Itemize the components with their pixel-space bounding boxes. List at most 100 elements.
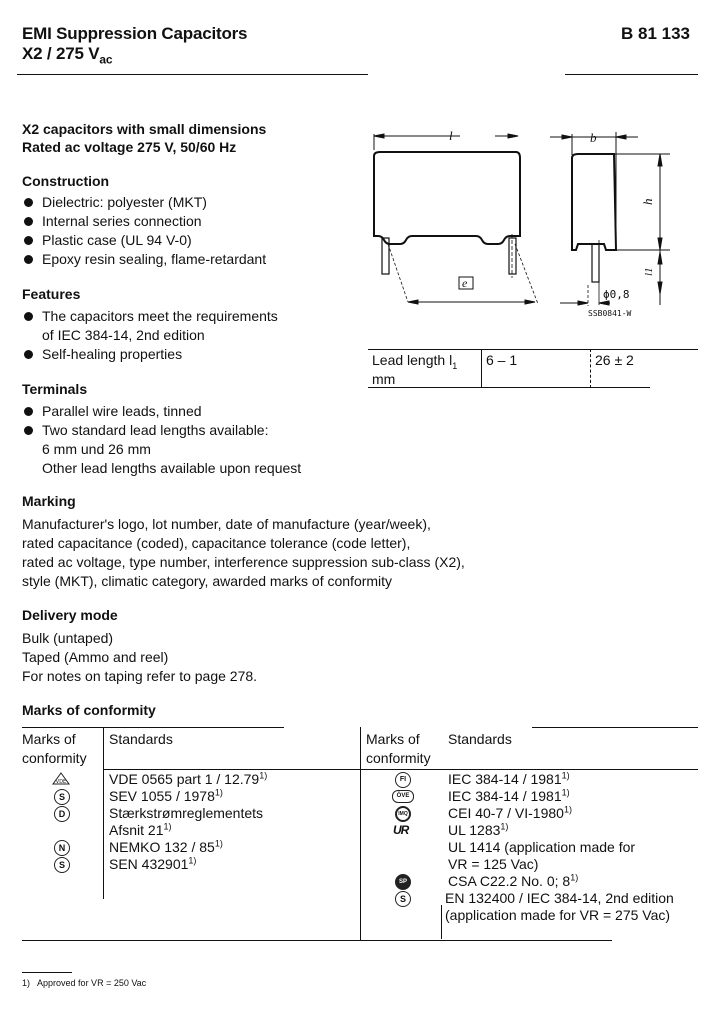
- standard-text: UL 12831): [448, 822, 508, 839]
- standard-text: SEV 1055 / 19781): [109, 788, 223, 805]
- bullet-icon: [24, 236, 33, 245]
- features-item-text: The capacitors meet the requirements: [42, 308, 278, 324]
- label-pitch: e: [462, 276, 468, 290]
- features-list: The capacitors meet the requirements of I…: [22, 307, 352, 364]
- side-view: [550, 132, 670, 306]
- construction-item: Epoxy resin sealing, flame-retardant: [22, 250, 352, 269]
- features-item-text: Self-healing properties: [42, 346, 183, 362]
- delivery-section: Delivery mode Bulk (untaped) Taped (Ammo…: [22, 606, 342, 686]
- features-section: Features The capacitors meet the require…: [22, 285, 352, 364]
- lead-label-subscript: 1: [452, 360, 458, 371]
- subtitle-subscript: ac: [99, 52, 113, 67]
- standard-text-line: UL 1283: [448, 822, 501, 838]
- standard-text: UL 1414 (application made for VR = 125 Va…: [448, 839, 635, 873]
- terminals-heading: Terminals: [22, 381, 88, 397]
- conformity-row: FI IEC 384-14 / 19811): [361, 771, 698, 788]
- conformity-left-rows: VDE VDE 0565 part 1 / 12.791) S SEV 1055…: [22, 771, 360, 873]
- svg-text:VDE: VDE: [56, 779, 66, 785]
- col-standards-right: Standards: [448, 731, 512, 747]
- ove-mark-icon: ÖVE: [392, 790, 414, 803]
- marking-line: style (MKT), climatic category, awarded …: [22, 573, 393, 589]
- footnote-ref: 1): [570, 872, 579, 883]
- vde-mark-icon: VDE: [52, 772, 70, 786]
- footnote-rule: [22, 972, 72, 973]
- conformity-row: S SEV 1055 / 19781): [22, 788, 360, 805]
- front-view: [373, 133, 539, 305]
- conformity-header-rule: [104, 769, 698, 770]
- conformity-row: D Stærkstrømreglementets Afsnit 211): [22, 805, 360, 839]
- conformity-bottom-rule: [22, 940, 612, 941]
- lead-table-divider-dashed: [590, 349, 591, 388]
- header-rule-right-part: [565, 74, 698, 75]
- conformity-row: S EN 132400 / IEC 384-14, 2nd edition (ap…: [361, 890, 698, 924]
- bullet-icon: [24, 407, 33, 416]
- lead-table-label: Lead length l1 mm: [372, 351, 457, 389]
- standard-text-line: Afsnit 21: [109, 822, 164, 838]
- marking-line: Manufacturer's logo, lot number, date of…: [22, 516, 431, 532]
- standard-text: CEI 40-7 / VI-19801): [448, 805, 572, 822]
- sev-mark-icon: S: [54, 789, 70, 805]
- conformity-table: Marks of conformity Standards Marks of c…: [22, 727, 698, 941]
- label-height: h: [640, 199, 655, 206]
- construction-item: Internal series connection: [22, 212, 352, 231]
- standard-text-line: EN 132400 / IEC 384-14, 2nd edition: [445, 890, 674, 906]
- construction-heading: Construction: [22, 173, 110, 189]
- features-heading: Features: [22, 286, 81, 302]
- terminals-item-text: Parallel wire leads, tinned: [42, 403, 202, 419]
- footnote-ref: 1): [500, 821, 509, 832]
- col-marks-right-line2: conformity: [366, 750, 431, 766]
- fimko-mark-icon: FI: [395, 772, 411, 788]
- conformity-row: S SEN 4329011): [22, 856, 360, 873]
- label-width: b: [590, 130, 597, 145]
- conformity-row: UR UL 12831): [361, 822, 698, 839]
- marking-line: rated ac voltage, type number, interfere…: [22, 554, 465, 570]
- bullet-icon: [24, 198, 33, 207]
- csa-mark-icon: SP: [395, 874, 411, 890]
- terminals-list: Parallel wire leads, tinned Two standard…: [22, 402, 362, 478]
- standard-text-line: UL 1414 (application made for: [448, 839, 636, 855]
- conformity-row: ÖVE IEC 384-14 / 19811): [361, 788, 698, 805]
- col-marks-right-line1: Marks of: [366, 731, 420, 747]
- construction-item: Dielectric: polyester (MKT): [22, 193, 352, 212]
- delivery-line: For notes on taping refer to page 278.: [22, 668, 258, 684]
- conformity-top-rule-right: [532, 727, 698, 728]
- standard-text-line: IEC 384-14 / 1981: [448, 771, 562, 787]
- terminals-item-text: Other lead lengths available upon reques…: [42, 460, 302, 476]
- marking-section: Marking Manufacturer's logo, lot number,…: [22, 492, 552, 591]
- col-marks-left: Marks of conformity: [22, 730, 87, 768]
- standard-text-line: VR = 125 Vac): [448, 856, 539, 872]
- conformity-row: SP CSA C22.2 No. 0; 81): [361, 873, 698, 890]
- standard-text-line: SEV 1055 / 1978: [109, 788, 215, 804]
- construction-item-text: Epoxy resin sealing, flame-retardant: [42, 251, 267, 267]
- footnote: 1) Approved for VR = 250 Vac: [22, 978, 146, 988]
- label-lead-length: l1: [643, 267, 655, 276]
- standard-text-line: CEI 40-7 / VI-1980: [448, 805, 564, 821]
- col-marks-left-line2: conformity: [22, 750, 87, 766]
- label-diameter: ϕ0,8: [603, 288, 630, 301]
- conformity-row: UL 1414 (application made for VR = 125 Va…: [361, 839, 698, 873]
- imq-mark-icon: IMQ: [395, 806, 411, 822]
- footnote-ref: 1): [563, 804, 572, 815]
- header-rule-mask5: [408, 74, 508, 75]
- standard-text-line: VDE 0565 part 1 / 12.79: [109, 771, 260, 787]
- ul-recognized-mark-icon: UR: [393, 823, 409, 837]
- standard-text-line: IEC 384-14 / 1981: [448, 788, 562, 804]
- standard-text: IEC 384-14 / 19811): [448, 771, 570, 788]
- conformity-top-rule-left: [22, 727, 284, 728]
- header-rule-full-left: [17, 74, 368, 75]
- construction-list: Dielectric: polyester (MKT) Internal ser…: [22, 193, 352, 269]
- intro-line-2: Rated ac voltage 275 V, 50/60 Hz: [22, 139, 237, 155]
- footnote-ref: 1): [259, 770, 268, 781]
- page-subtitle: X2 / 275 Vac: [22, 44, 113, 67]
- col-marks-left-line1: Marks of: [22, 731, 76, 747]
- lead-unit: mm: [372, 371, 396, 387]
- terminals-item-text: 6 mm und 26 mm: [42, 441, 151, 457]
- standard-text: SEN 4329011): [109, 856, 196, 873]
- terminals-item: Parallel wire leads, tinned: [22, 402, 362, 421]
- footnote-ref: 1): [214, 838, 223, 849]
- lead-value-long: 26 ± 2: [595, 352, 634, 368]
- bullet-icon: [24, 255, 33, 264]
- delivery-line: Taped (Ammo and reel): [22, 649, 169, 665]
- bullet-icon: [24, 426, 33, 435]
- bullet-icon: [24, 217, 33, 226]
